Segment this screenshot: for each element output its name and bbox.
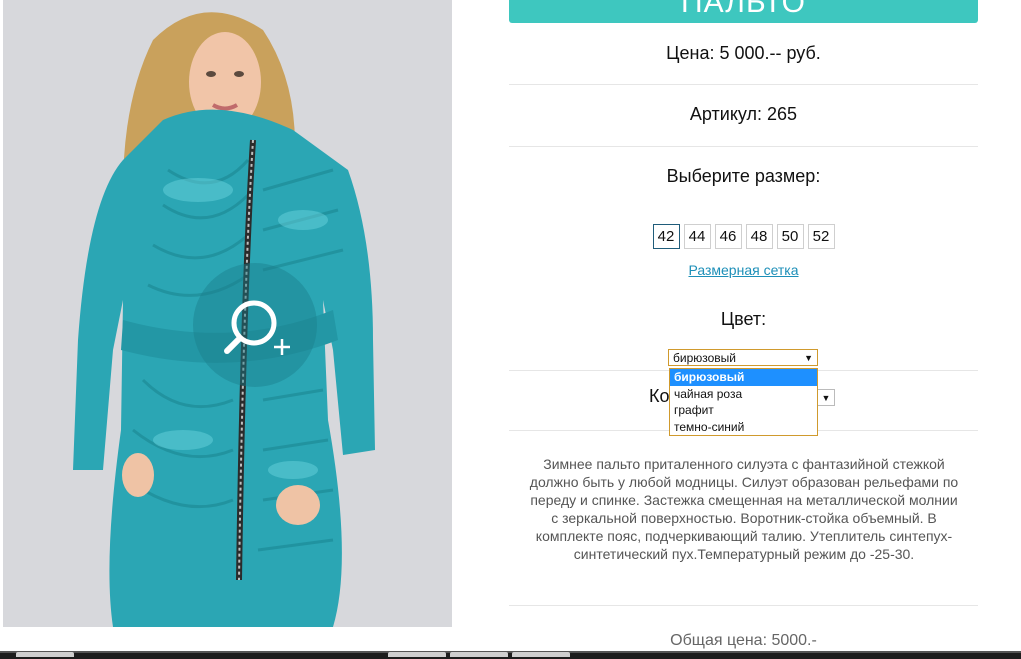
size-option-42[interactable]: 42	[652, 224, 680, 249]
bottom-tab[interactable]	[450, 652, 508, 657]
product-title-bar: ПАЛЬТО	[509, 0, 978, 23]
price-text: Цена: 5 000.-- руб.	[666, 43, 821, 63]
size-option-48[interactable]: 48	[745, 224, 773, 249]
product-title: ПАЛЬТО	[681, 0, 806, 19]
quantity-label: Ко	[649, 386, 670, 406]
bottom-tab[interactable]	[512, 652, 570, 657]
color-option[interactable]: графит	[670, 402, 817, 419]
color-option[interactable]: чайная роза	[670, 386, 817, 403]
triangle-down-icon: ▼	[804, 353, 813, 363]
color-dropdown-list[interactable]: бирюзовый чайная роза графит темно-синий	[669, 368, 818, 436]
color-select[interactable]: бирюзовый ▼	[668, 349, 818, 366]
article-text: Артикул: 265	[689, 104, 798, 124]
bottom-tab[interactable]	[16, 652, 74, 657]
size-options: 42 44 46 48 50 52	[509, 224, 978, 249]
bottom-tab[interactable]	[388, 652, 446, 657]
zoom-in-icon[interactable]	[218, 295, 298, 365]
color-select-value: бирюзовый	[673, 351, 736, 365]
divider	[509, 146, 978, 147]
divider	[509, 605, 978, 606]
product-description: Зимнее пальто приталенного силуэта с фан…	[529, 456, 959, 562]
product-photo[interactable]	[3, 0, 452, 627]
size-chart-link[interactable]: Размерная сетка	[509, 262, 978, 278]
divider	[509, 84, 978, 85]
color-option[interactable]: темно-синий	[670, 419, 817, 436]
bottom-bar	[0, 651, 1021, 659]
total-price: Общая цена: 5000.-	[670, 632, 817, 649]
size-option-50[interactable]: 50	[776, 224, 804, 249]
size-title: Выберите размер:	[666, 166, 821, 186]
size-option-52[interactable]: 52	[807, 224, 835, 249]
size-option-46[interactable]: 46	[714, 224, 742, 249]
color-option[interactable]: бирюзовый	[670, 369, 817, 386]
size-option-44[interactable]: 44	[683, 224, 711, 249]
quantity-dropdown-arrow[interactable]: ▼	[818, 389, 835, 406]
color-title: Цвет:	[720, 309, 767, 329]
